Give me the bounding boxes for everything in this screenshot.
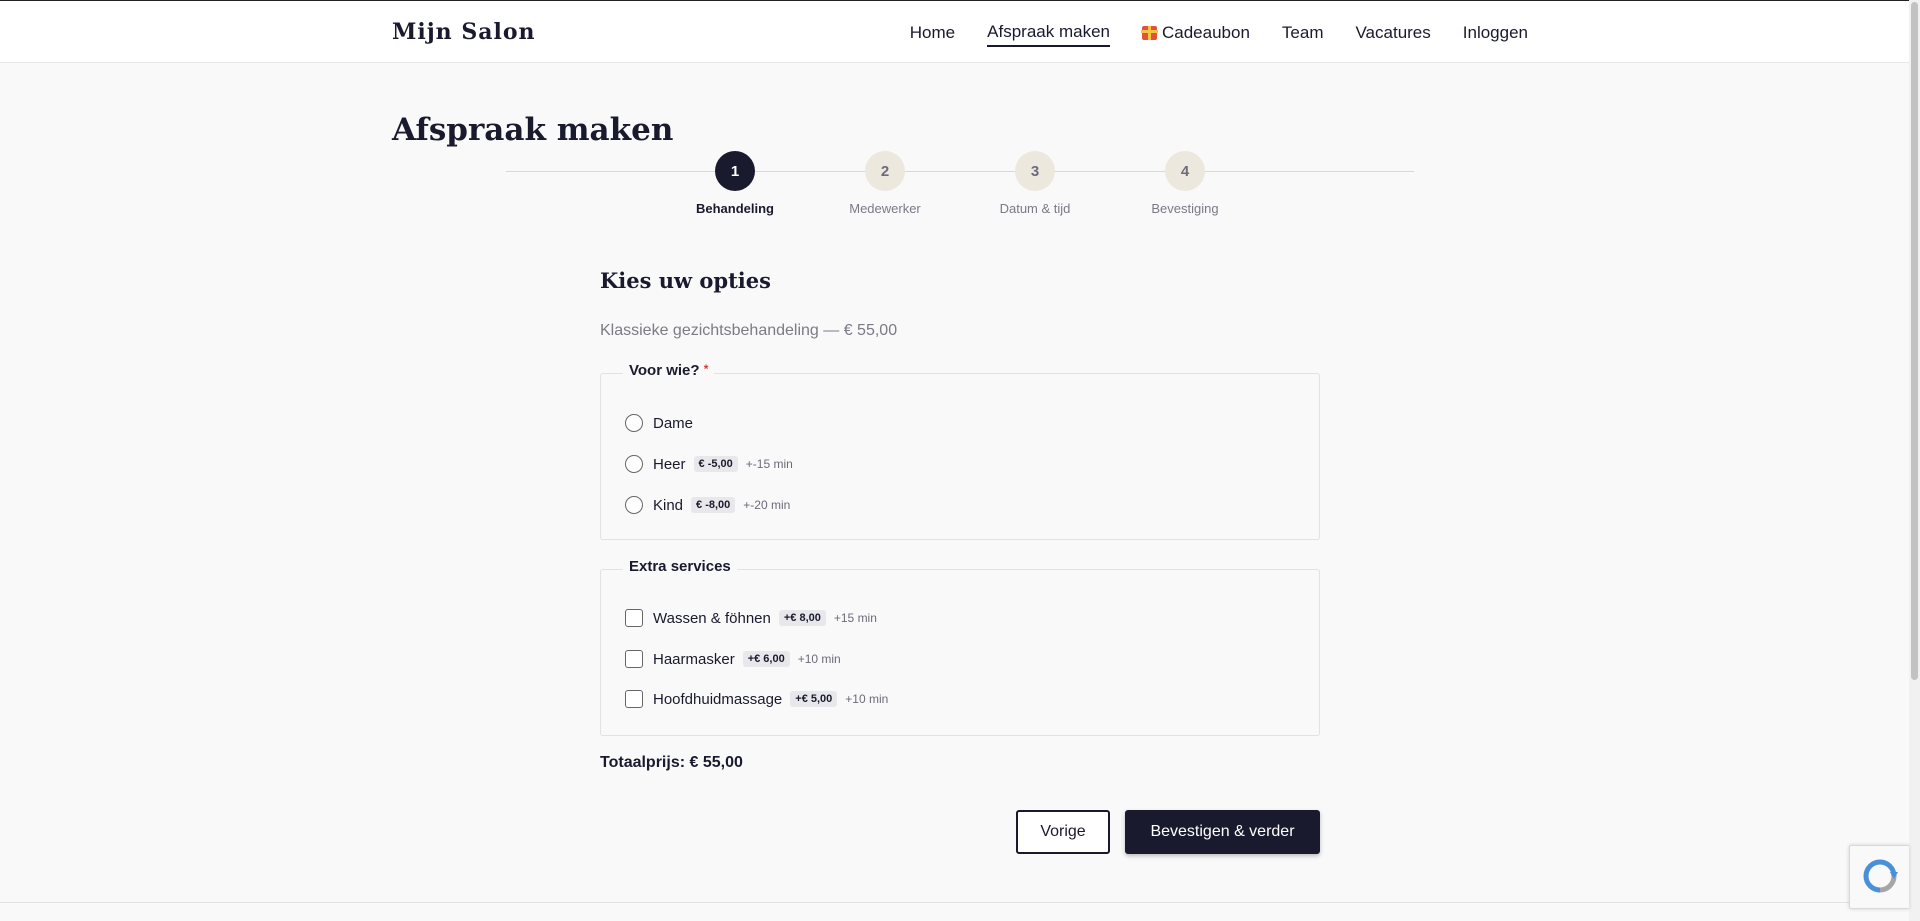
for-whom-legend-text: Voor wie? bbox=[629, 362, 700, 379]
step-label: Datum & tijd bbox=[999, 201, 1071, 216]
nav-vacancies[interactable]: Vacatures bbox=[1355, 22, 1430, 47]
price-badge: +€ 5,00 bbox=[790, 691, 838, 707]
nav-gift-card[interactable]: Cadeaubon bbox=[1140, 22, 1250, 47]
step-confirmation: 4 Bevestiging bbox=[1115, 151, 1255, 216]
checkbox-hair-mask[interactable] bbox=[625, 650, 643, 668]
section-title: Kies uw opties bbox=[600, 268, 771, 293]
option-label: Wassen & föhnen bbox=[653, 609, 771, 627]
nav-vacancies-label: Vacatures bbox=[1355, 23, 1431, 42]
nav-book-appointment-label: Afspraak maken bbox=[987, 22, 1110, 41]
nav-login[interactable]: Inloggen bbox=[1463, 22, 1528, 47]
option-scalp-massage[interactable]: Hoofdhuidmassage +€ 5,00 +10 min bbox=[625, 690, 888, 708]
checkbox-scalp-massage[interactable] bbox=[625, 690, 643, 708]
price-badge: € -5,00 bbox=[693, 456, 738, 472]
option-kind[interactable]: Kind € -8,00 +-20 min bbox=[625, 496, 790, 514]
option-hair-mask[interactable]: Haarmasker +€ 6,00 +10 min bbox=[625, 650, 841, 668]
step-label: Medewerker bbox=[849, 201, 921, 216]
radio-heer[interactable] bbox=[625, 455, 643, 473]
option-label: Dame bbox=[653, 414, 694, 432]
nav-login-label: Inloggen bbox=[1462, 23, 1528, 42]
time-note: +15 min bbox=[833, 611, 877, 625]
nav-team[interactable]: Team bbox=[1282, 22, 1324, 47]
main-nav: Home Afspraak maken Cadeaubon Team Vacat… bbox=[910, 22, 1528, 47]
price-badge: +€ 8,00 bbox=[778, 610, 826, 626]
time-note: +-20 min bbox=[743, 498, 791, 512]
extras-legend: Extra services bbox=[623, 558, 737, 575]
time-note: +10 min bbox=[845, 692, 889, 706]
time-note: +10 min bbox=[797, 652, 841, 666]
scrollbar-thumb[interactable] bbox=[1911, 2, 1918, 680]
selected-service: Klassieke gezichtsbehandeling — € 55,00 bbox=[600, 322, 898, 339]
total-price: Totaalprijs: € 55,00 bbox=[600, 754, 743, 771]
required-mark: * bbox=[703, 362, 709, 376]
step-number: 2 bbox=[865, 151, 905, 191]
extras-fieldset: Extra services Wassen & föhnen +€ 8,00 +… bbox=[600, 558, 1320, 736]
confirm-continue-button[interactable]: Bevestigen & verder bbox=[1125, 810, 1320, 854]
nav-home-label: Home bbox=[909, 23, 956, 42]
price-badge: € -8,00 bbox=[691, 497, 736, 513]
checkbox-wash-blowdry[interactable] bbox=[625, 609, 643, 627]
price-badge: +€ 6,00 bbox=[742, 651, 790, 667]
footer-divider bbox=[0, 902, 1909, 903]
nav-team-label: Team bbox=[1281, 23, 1324, 42]
option-label: Haarmasker bbox=[653, 650, 735, 668]
option-label: Hoofdhuidmassage bbox=[653, 690, 783, 708]
option-wash-blowdry[interactable]: Wassen & föhnen +€ 8,00 +15 min bbox=[625, 609, 877, 627]
for-whom-fieldset: Voor wie? * Dame Heer € -5,00 +-15 min K… bbox=[600, 362, 1320, 540]
nav-book-appointment[interactable]: Afspraak maken bbox=[987, 22, 1110, 47]
gift-icon bbox=[1140, 26, 1158, 40]
recaptcha-icon bbox=[1863, 859, 1898, 893]
time-note: +-15 min bbox=[745, 457, 793, 471]
step-label: Bevestiging bbox=[1151, 201, 1219, 216]
radio-dame[interactable] bbox=[625, 414, 643, 432]
top-navbar: Mijn Salon Home Afspraak maken Cadeaubon… bbox=[0, 0, 1909, 63]
stepper-line bbox=[506, 171, 1414, 172]
page-scrollbar[interactable] bbox=[1909, 0, 1920, 921]
step-number: 3 bbox=[1015, 151, 1055, 191]
radio-kind[interactable] bbox=[625, 496, 643, 514]
option-label: Heer bbox=[653, 455, 686, 473]
step-employee: 2 Medewerker bbox=[815, 151, 955, 216]
option-dame[interactable]: Dame bbox=[625, 414, 693, 432]
page-title: Afspraak maken bbox=[392, 112, 674, 148]
nav-gift-card-label: Cadeaubon bbox=[1161, 23, 1250, 42]
for-whom-legend: Voor wie? * bbox=[623, 362, 715, 379]
step-date-time: 3 Datum & tijd bbox=[965, 151, 1105, 216]
nav-home[interactable]: Home bbox=[910, 22, 955, 47]
step-number: 4 bbox=[1165, 151, 1205, 191]
previous-button[interactable]: Vorige bbox=[1016, 810, 1110, 854]
recaptcha-badge[interactable] bbox=[1849, 845, 1909, 909]
step-label: Behandeling bbox=[695, 201, 774, 216]
option-label: Kind bbox=[653, 496, 684, 514]
option-heer[interactable]: Heer € -5,00 +-15 min bbox=[625, 455, 793, 473]
step-treatment: 1 Behandeling bbox=[665, 151, 805, 216]
brand-logo[interactable]: Mijn Salon bbox=[392, 19, 536, 45]
step-number: 1 bbox=[715, 151, 755, 191]
